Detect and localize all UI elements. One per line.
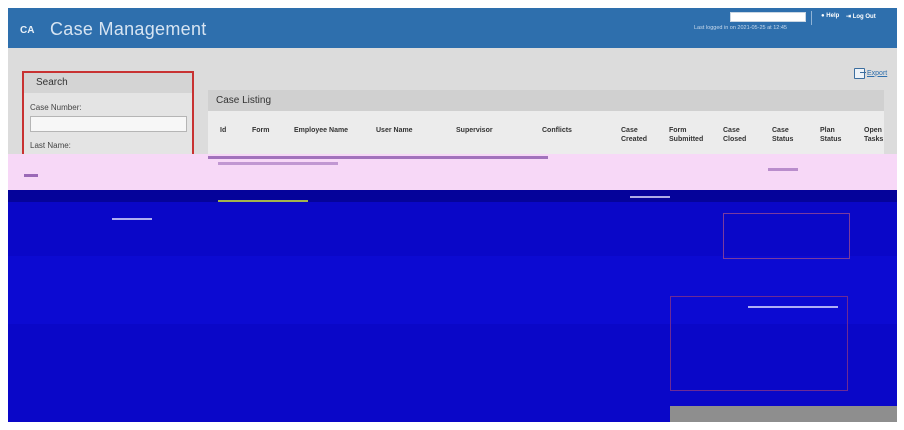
help-label: Help <box>826 13 840 19</box>
export-label: Export <box>867 69 888 77</box>
render-artifact-outline <box>723 213 850 259</box>
app-logo: CA <box>20 25 35 36</box>
render-artifact-outline-lower <box>670 296 848 391</box>
render-artifact-speck <box>630 196 670 198</box>
search-title: Search <box>24 73 192 93</box>
column-header-case-created[interactable]: Case Created <box>621 126 651 144</box>
column-header-open-tasks[interactable]: Open Tasks <box>864 126 886 144</box>
column-header-user-name[interactable]: User Name <box>376 126 413 135</box>
logout-label: Log Out <box>852 14 876 20</box>
render-artifact-speck <box>218 200 308 202</box>
render-artifact-gray-block <box>670 406 897 422</box>
last-login-text: Last logged in on 2021-05-25 at 12:45 <box>694 25 787 31</box>
top-header: CA Case Management ● Help ⇥ Log Out Last… <box>8 8 897 48</box>
export-icon <box>854 67 866 79</box>
export-button[interactable]: Export <box>854 66 887 80</box>
page-title: Case Management <box>50 19 207 39</box>
logout-icon: ⇥ <box>846 14 853 20</box>
header-search-input[interactable] <box>730 12 806 22</box>
render-artifact-dark-band <box>8 190 897 202</box>
column-header-conflicts[interactable]: Conflicts <box>542 126 572 135</box>
case-number-label: Case Number: <box>30 103 82 112</box>
render-artifact-speck <box>748 306 838 308</box>
render-artifact-base <box>8 412 670 422</box>
column-header-employee-name[interactable]: Employee Name <box>294 126 348 135</box>
column-header-case-closed[interactable]: Case Closed <box>723 126 753 144</box>
case-listing-title: Case Listing <box>208 90 884 111</box>
last-name-label: Last Name: <box>30 141 71 150</box>
column-header-form-submitted[interactable]: Form Submitted <box>669 126 709 144</box>
column-header-supervisor[interactable]: Supervisor <box>456 126 493 135</box>
render-artifact-strip <box>8 154 897 190</box>
render-artifact-speck <box>112 218 152 220</box>
column-header-plan-status[interactable]: Plan Status <box>820 126 850 144</box>
app-window: CA Case Management ● Help ⇥ Log Out Last… <box>8 8 897 422</box>
column-header-id[interactable]: Id <box>220 126 226 135</box>
column-header-form[interactable]: Form <box>252 126 270 135</box>
header-divider <box>811 11 812 25</box>
column-header-case-status[interactable]: Case Status <box>772 126 802 144</box>
help-link[interactable]: ● Help <box>821 13 839 19</box>
logout-link[interactable]: ⇥ Log Out <box>846 13 876 20</box>
case-number-input[interactable] <box>30 116 187 132</box>
